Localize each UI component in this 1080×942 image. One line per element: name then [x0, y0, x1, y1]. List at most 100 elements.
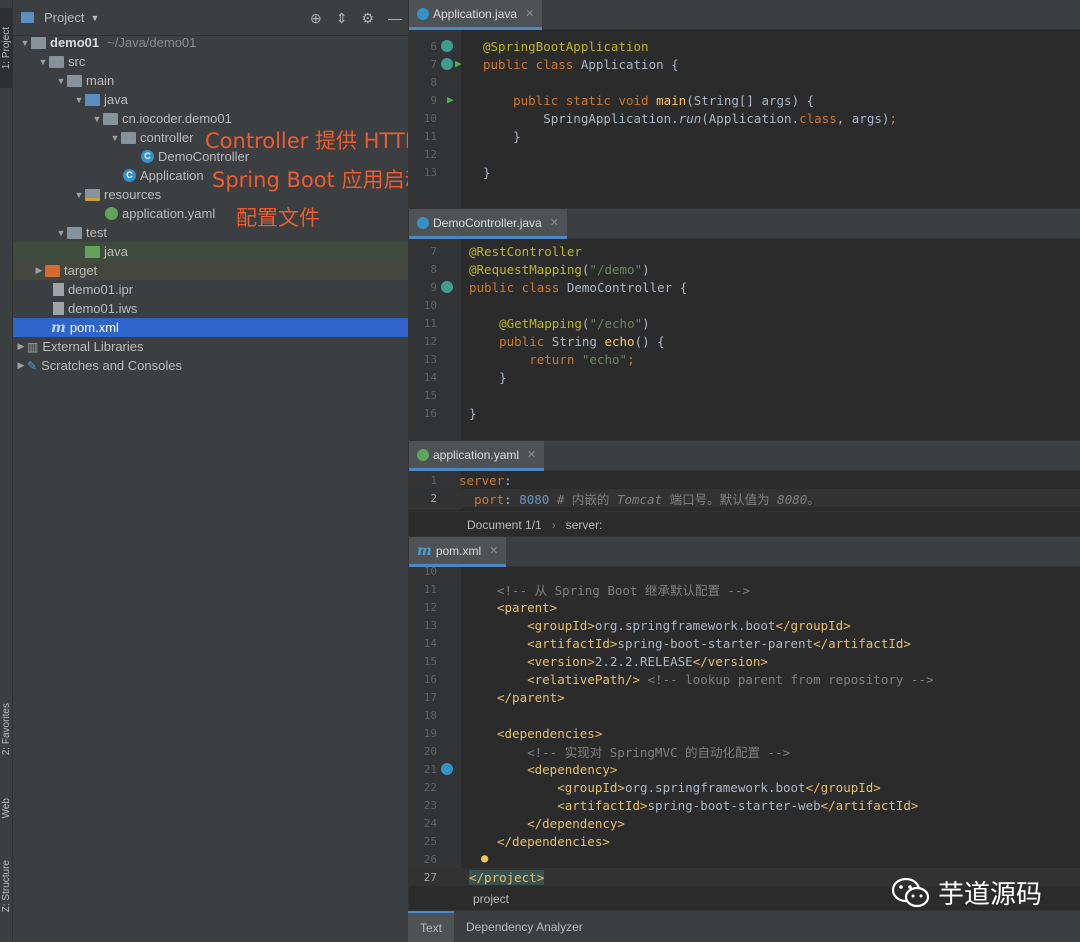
code-line[interactable]: 6 @SpringBootApplication — [409, 37, 1080, 55]
code-line[interactable]: 1 server: — [409, 471, 1080, 489]
expanded-arrow-icon[interactable]: ▼ — [109, 133, 121, 143]
expanded-arrow-icon[interactable]: ▼ — [91, 114, 103, 124]
code-line[interactable]: 7 ▶ public class Application { — [409, 55, 1080, 73]
editor-application-java[interactable]: Application.java ✕ 6 @SpringBootApplicati… — [408, 0, 1080, 208]
spring-bean-icon[interactable] — [441, 58, 453, 70]
editor-democontroller-java[interactable]: DemoController.java ✕ 7 @RestController 8… — [408, 208, 1080, 440]
tree-item-test-java[interactable]: java — [13, 242, 408, 261]
locate-icon[interactable]: ⊕ — [310, 10, 322, 27]
tree-item-label: src — [68, 54, 86, 69]
structure-tool-tab[interactable]: Z: Structure — [0, 846, 13, 926]
tab-text[interactable]: Text — [408, 910, 455, 942]
code-line[interactable]: 10 SpringApplication.run(Application.cla… — [409, 109, 1080, 127]
close-icon[interactable]: ✕ — [525, 7, 534, 20]
folder-icon — [67, 226, 82, 239]
tree-item-java[interactable]: ▼ java — [13, 90, 408, 109]
code-line[interactable]: 15 <version>2.2.2.RELEASE</version> — [409, 652, 1080, 670]
spring-bean-icon[interactable] — [441, 40, 453, 52]
collapsed-arrow-icon[interactable]: ▶ — [33, 265, 45, 276]
tree-item-demo01[interactable]: ▼ demo01 ~/Java/demo01 — [13, 33, 408, 52]
code-line[interactable]: 24 </dependency> — [409, 814, 1080, 832]
collapse-all-icon[interactable]: ⇕ — [336, 10, 348, 27]
tab-application-java[interactable]: Application.java ✕ — [409, 0, 543, 30]
lightbulb-icon[interactable]: ● — [481, 851, 488, 865]
web-tool-tab[interactable]: Web — [0, 786, 13, 830]
code-line[interactable]: 9 public class DemoController { — [409, 278, 1080, 296]
code-line[interactable]: 12 <parent> — [409, 598, 1080, 616]
code-line[interactable]: 10 — [409, 562, 1080, 580]
code-line[interactable]: 14 <artifactId>spring-boot-starter-paren… — [409, 634, 1080, 652]
code-line[interactable]: 18 — [409, 706, 1080, 724]
breadcrumb-document[interactable]: Document 1/1 — [467, 518, 542, 532]
code-line[interactable]: 15 — [409, 386, 1080, 404]
tab-democontroller-java[interactable]: DemoController.java ✕ — [409, 209, 567, 239]
code-line[interactable]: 12 — [409, 145, 1080, 163]
code-line[interactable]: 23 <artifactId>spring-boot-starter-web</… — [409, 796, 1080, 814]
favorites-tool-tab[interactable]: 2: Favorites — [0, 688, 13, 770]
code-line[interactable]: 11 } — [409, 127, 1080, 145]
code-line[interactable]: 26 ● — [409, 850, 1080, 868]
gear-icon[interactable]: ⚙ — [361, 10, 374, 27]
tree-item-pom-xml[interactable]: m pom.xml — [13, 318, 408, 337]
code-line[interactable]: 7 @RestController — [409, 242, 1080, 260]
code-line[interactable]: 14 } — [409, 368, 1080, 386]
close-icon[interactable]: ✕ — [489, 544, 498, 557]
editor-pom-xml[interactable]: m pom.xml ✕ 10 11 <!-- 从 Spring Boot 继承默认… — [408, 536, 1080, 911]
collapsed-arrow-icon[interactable]: ▶ — [15, 341, 27, 352]
expanded-arrow-icon[interactable]: ▼ — [55, 228, 67, 238]
maven-dependency-icon[interactable] — [441, 763, 453, 775]
code-line[interactable]: 9 ▶ public static void main(String[] args… — [409, 91, 1080, 109]
project-view-selector[interactable]: Project ▼ — [21, 10, 99, 25]
line-number: 19 — [423, 726, 437, 740]
close-icon[interactable]: ✕ — [527, 448, 536, 461]
editor-application-yaml[interactable]: application.yaml ✕ 1 server: 2 port: 8080… — [408, 440, 1080, 537]
code-line[interactable]: 12 public String echo() { — [409, 332, 1080, 350]
code-line[interactable]: 11 <!-- 从 Spring Boot 继承默认配置 --> — [409, 580, 1080, 598]
code-line[interactable]: 10 — [409, 296, 1080, 314]
run-icon[interactable]: ▶ — [455, 57, 462, 70]
run-icon[interactable]: ▶ — [447, 93, 454, 106]
code-line[interactable]: 21 <dependency> — [409, 760, 1080, 778]
expanded-arrow-icon[interactable]: ▼ — [73, 95, 85, 105]
code-line[interactable]: 25 </dependencies> — [409, 832, 1080, 850]
code-line[interactable]: 11 @GetMapping("/echo") — [409, 314, 1080, 332]
code-line[interactable]: 8 @RequestMapping("/demo") — [409, 260, 1080, 278]
code-line[interactable]: 16 <relativePath/> <!-- lookup parent fr… — [409, 670, 1080, 688]
tree-item-src[interactable]: ▼ src — [13, 52, 408, 71]
code-line[interactable]: 13} — [409, 163, 1080, 181]
tab-application-yaml[interactable]: application.yaml ✕ — [409, 441, 545, 471]
tree-item-test[interactable]: ▼ test — [13, 223, 408, 242]
scratches-icon: ✎ — [27, 358, 38, 373]
code-line[interactable]: 13 return "echo"; — [409, 350, 1080, 368]
breadcrumb-key[interactable]: server: — [566, 518, 603, 532]
editor-tab-bar: DemoController.java ✕ — [409, 209, 1080, 239]
tab-dependency-analyzer[interactable]: Dependency Analyzer — [454, 911, 595, 942]
expanded-arrow-icon[interactable]: ▼ — [19, 38, 31, 48]
code-line[interactable]: 16} — [409, 404, 1080, 422]
expanded-arrow-icon[interactable]: ▼ — [73, 190, 85, 200]
code-line[interactable]: 8 — [409, 73, 1080, 91]
code-line[interactable]: 2 port: 8080 # 内嵌的 Tomcat 端口号。默认值为 8080。 — [409, 489, 1080, 507]
tree-item-demo01-iws[interactable]: demo01.iws — [13, 299, 408, 318]
line-number: 9 — [430, 93, 437, 107]
code-line[interactable]: 20 <!-- 实现对 SpringMVC 的自动化配置 --> — [409, 742, 1080, 760]
tree-item-scratches[interactable]: ▶ ✎ Scratches and Consoles — [13, 356, 408, 375]
tree-item-main[interactable]: ▼ main — [13, 71, 408, 90]
code-line[interactable]: 22 <groupId>org.springframework.boot</gr… — [409, 778, 1080, 796]
tree-item-application-yaml[interactable]: application.yaml — [13, 204, 408, 223]
spring-bean-icon[interactable] — [441, 281, 453, 293]
expanded-arrow-icon[interactable]: ▼ — [37, 57, 49, 67]
code-line[interactable]: 13 <groupId>org.springframework.boot</gr… — [409, 616, 1080, 634]
tree-item-target[interactable]: ▶ target — [13, 261, 408, 280]
tree-item-label: Scratches and Consoles — [41, 358, 182, 373]
tree-item-external-libraries[interactable]: ▶ ▥ External Libraries — [13, 337, 408, 356]
collapsed-arrow-icon[interactable]: ▶ — [15, 360, 27, 371]
hide-icon[interactable]: — — [388, 10, 402, 27]
close-icon[interactable]: ✕ — [550, 216, 559, 229]
expanded-arrow-icon[interactable]: ▼ — [55, 76, 67, 86]
breadcrumb-project[interactable]: project — [473, 892, 509, 906]
code-line[interactable]: 17 </parent> — [409, 688, 1080, 706]
code-line[interactable]: 19 <dependencies> — [409, 724, 1080, 742]
project-tool-tab[interactable]: 1: Project — [0, 8, 13, 88]
tree-item-demo01-ipr[interactable]: demo01.ipr — [13, 280, 408, 299]
